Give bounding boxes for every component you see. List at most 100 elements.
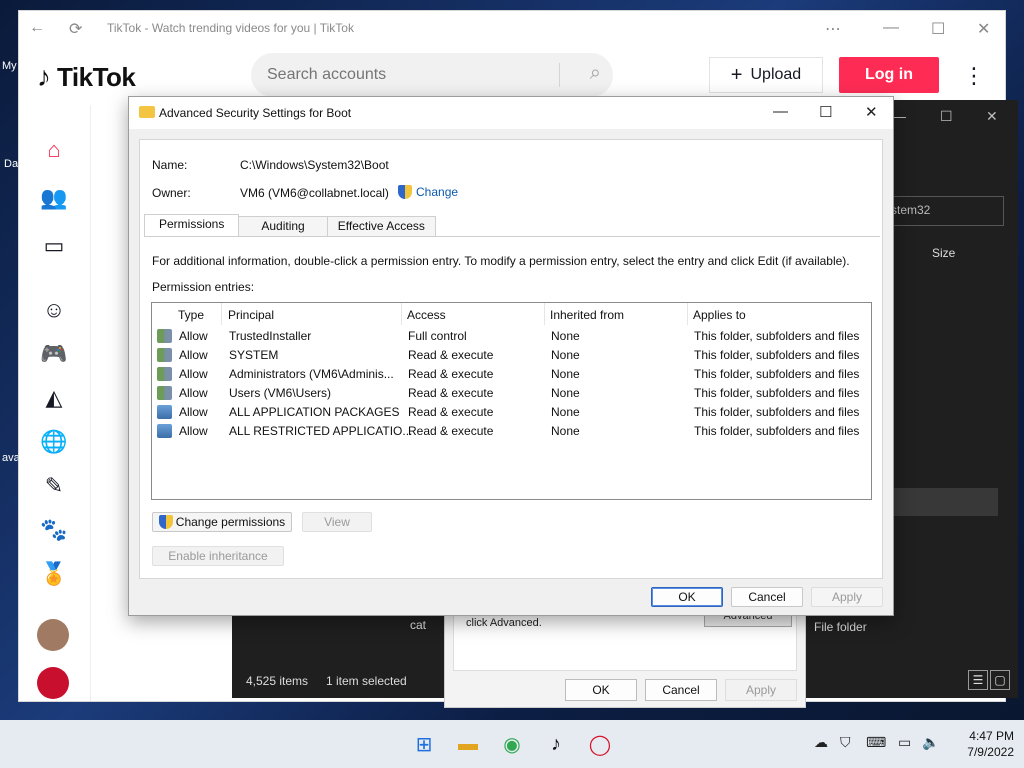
cell-applies: This folder, subfolders and files xyxy=(694,348,860,362)
reload-icon[interactable]: ⟳ xyxy=(69,19,82,39)
comedy-icon[interactable]: ☺ xyxy=(37,293,71,327)
more-options-icon[interactable]: ⋮ xyxy=(963,63,985,89)
cell-inherited: None xyxy=(551,405,580,419)
column-header-access[interactable]: Access xyxy=(401,303,545,325)
name-label: Name: xyxy=(152,158,188,172)
ok-button[interactable]: OK xyxy=(565,679,637,701)
cell-access: Read & execute xyxy=(408,386,494,400)
minimize-icon[interactable]: — xyxy=(773,103,788,120)
volume-icon[interactable]: 🔈 xyxy=(922,734,939,751)
permission-entries-label: Permission entries: xyxy=(152,280,255,294)
search-divider xyxy=(559,63,560,87)
column-header-applies[interactable]: Applies to xyxy=(687,303,871,325)
network-icon[interactable]: ☁ xyxy=(814,734,828,751)
search-input[interactable] xyxy=(267,66,547,84)
table-row[interactable]: Allow ALL APPLICATION PACKAGES Read & exec… xyxy=(152,403,871,422)
login-button[interactable]: Log in xyxy=(839,57,939,93)
ok-button[interactable]: OK xyxy=(651,587,723,607)
cell-applies: This folder, subfolders and files xyxy=(694,386,860,400)
tab-auditing[interactable]: Auditing xyxy=(238,216,328,236)
live-icon[interactable]: ▭ xyxy=(37,229,71,263)
back-icon[interactable]: ← xyxy=(29,19,45,37)
item-count: 4,525 items xyxy=(246,674,309,688)
beauty-icon[interactable]: ✎ xyxy=(37,469,71,503)
gaming-icon[interactable]: 🎮 xyxy=(37,337,71,371)
name-value[interactable]: C:\Windows\System32\Boot xyxy=(240,158,389,172)
change-permissions-button[interactable]: Change permissions xyxy=(152,512,292,532)
travel-icon[interactable]: 🌐 xyxy=(37,425,71,459)
taskbar: ⊞ ▬ ◉ ♪ ◯ ☁ ⛉ ⌨ ▭ 🔈 4:47 PM 7/9/2022 xyxy=(0,720,1024,768)
cancel-button[interactable]: Cancel xyxy=(731,587,803,607)
minimize-icon[interactable]: — xyxy=(883,19,899,37)
table-row[interactable]: Allow ALL RESTRICTED APPLICATIO... Read & … xyxy=(152,422,871,441)
cell-principal: TrustedInstaller xyxy=(229,329,312,343)
folder-row-label[interactable]: cat xyxy=(410,618,426,632)
tiktok-logo[interactable]: ♪ TikTok xyxy=(37,61,136,93)
security-icon[interactable]: ⛉ xyxy=(840,734,851,751)
maximize-icon[interactable]: ☐ xyxy=(931,19,945,39)
users-icon xyxy=(157,386,172,400)
change-permissions-label: Change permissions xyxy=(175,515,286,529)
explorer-search-input[interactable]: stem32 xyxy=(882,196,1004,226)
avatar[interactable] xyxy=(37,619,69,651)
cell-inherited: None xyxy=(551,329,580,343)
selection-count: 1 item selected xyxy=(326,674,407,688)
column-header-inherited[interactable]: Inherited from xyxy=(544,303,688,325)
table-row[interactable]: Allow Administrators (VM6\Adminis... Read … xyxy=(152,365,871,384)
chrome-icon[interactable]: ◉ xyxy=(498,730,526,758)
tiles-view-icon[interactable]: ▢ xyxy=(990,670,1010,690)
maximize-icon[interactable]: ☐ xyxy=(940,108,953,125)
start-icon[interactable]: ⊞ xyxy=(410,730,438,758)
close-icon[interactable]: ✕ xyxy=(977,19,990,39)
close-icon[interactable]: ✕ xyxy=(865,103,878,121)
users-icon xyxy=(157,329,172,343)
home-icon[interactable]: ⌂ xyxy=(37,133,71,167)
logo-text: TikTok xyxy=(57,61,136,92)
upload-button[interactable]: + Upload xyxy=(709,57,823,93)
food-icon[interactable]: ◭ xyxy=(37,381,71,415)
maximize-icon[interactable]: ☐ xyxy=(819,103,832,121)
table-row[interactable]: Allow Users (VM6\Users) Read & execute None… xyxy=(152,384,871,403)
file-explorer-icon[interactable]: ▬ xyxy=(454,730,482,758)
column-header-principal[interactable]: Principal xyxy=(222,303,402,325)
permission-entries-list[interactable]: Type Principal Access Inherited from App… xyxy=(151,302,872,500)
desktop-label: Da xyxy=(4,158,19,170)
cell-type: Allow xyxy=(179,367,208,381)
table-row[interactable]: Allow SYSTEM Read & execute None This folder… xyxy=(152,346,871,365)
close-icon[interactable]: ✕ xyxy=(986,108,998,125)
folder-icon xyxy=(139,106,155,118)
change-owner-link[interactable]: Change xyxy=(398,185,458,199)
tiktok-note-icon: ♪ xyxy=(37,61,51,92)
following-icon[interactable]: 👥 xyxy=(37,181,71,215)
tab-permissions[interactable]: Permissions xyxy=(144,214,240,236)
apply-button[interactable]: Apply xyxy=(725,679,797,701)
display-icon[interactable]: ▭ xyxy=(898,734,911,751)
more-icon[interactable]: ⋯ xyxy=(825,19,841,39)
cell-inherited: None xyxy=(551,424,580,438)
minimize-icon[interactable]: — xyxy=(892,108,906,124)
column-header-type[interactable]: Type xyxy=(172,303,222,325)
view-button[interactable]: View xyxy=(302,512,372,532)
system-clock[interactable]: 4:47 PM 7/9/2022 xyxy=(950,728,1014,760)
size-column-header[interactable]: Size xyxy=(932,246,955,260)
cell-principal: Administrators (VM6\Adminis... xyxy=(229,367,394,381)
opera-icon[interactable]: ◯ xyxy=(586,730,614,758)
tab-effective-access[interactable]: Effective Access xyxy=(326,216,436,236)
table-row[interactable]: Allow TrustedInstaller Full control None Thi… xyxy=(152,327,871,346)
animals-icon[interactable]: 🐾 xyxy=(37,513,71,547)
cell-inherited: None xyxy=(551,367,580,381)
desktop-label: My xyxy=(2,60,17,72)
apply-button[interactable]: Apply xyxy=(811,587,883,607)
search-icon[interactable]: ⌕ xyxy=(590,62,601,85)
tiktok-icon[interactable]: ♪ xyxy=(542,730,570,758)
sports-icon[interactable]: 🏅 xyxy=(37,557,71,591)
dialog-titlebar: Advanced Security Settings for Boot — ☐ … xyxy=(129,97,893,129)
avatar[interactable] xyxy=(37,667,69,699)
cell-principal: ALL APPLICATION PACKAGES xyxy=(229,405,400,419)
cell-principal: ALL RESTRICTED APPLICATIO... xyxy=(229,424,413,438)
keyboard-icon[interactable]: ⌨ xyxy=(866,734,886,751)
cancel-button[interactable]: Cancel xyxy=(645,679,717,701)
details-view-icon[interactable]: ☰ xyxy=(968,670,988,690)
enable-inheritance-button[interactable]: Enable inheritance xyxy=(152,546,284,566)
cell-type: Allow xyxy=(179,386,208,400)
